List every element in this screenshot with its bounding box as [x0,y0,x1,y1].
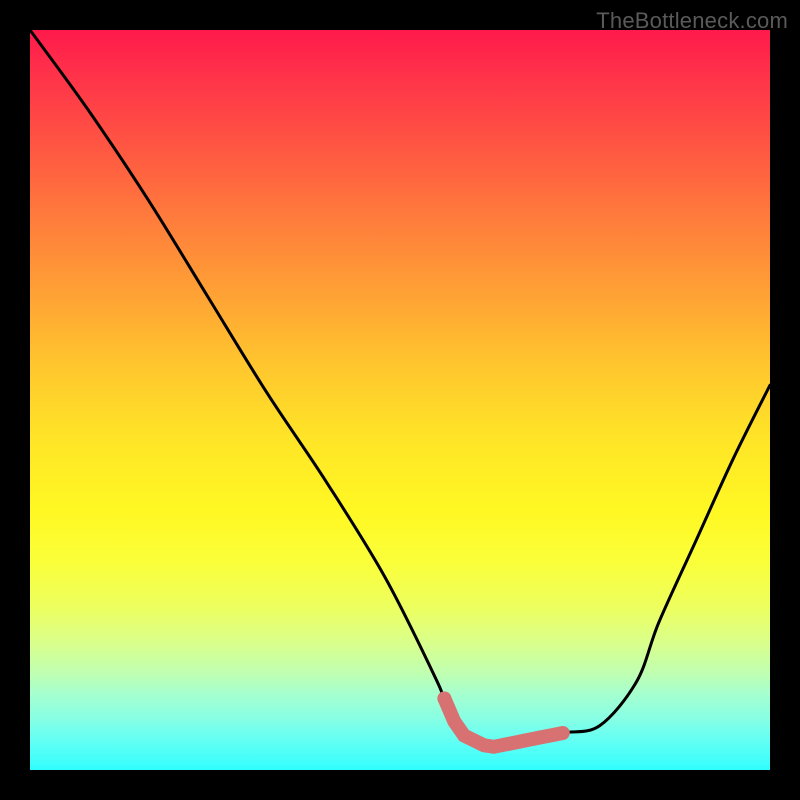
chart-area [30,30,770,770]
watermark-text: TheBottleneck.com [596,8,788,34]
chart-svg [30,30,770,770]
optimal-point-dot [437,692,451,706]
optimal-range-highlight [444,698,562,746]
bottleneck-curve [30,30,770,748]
